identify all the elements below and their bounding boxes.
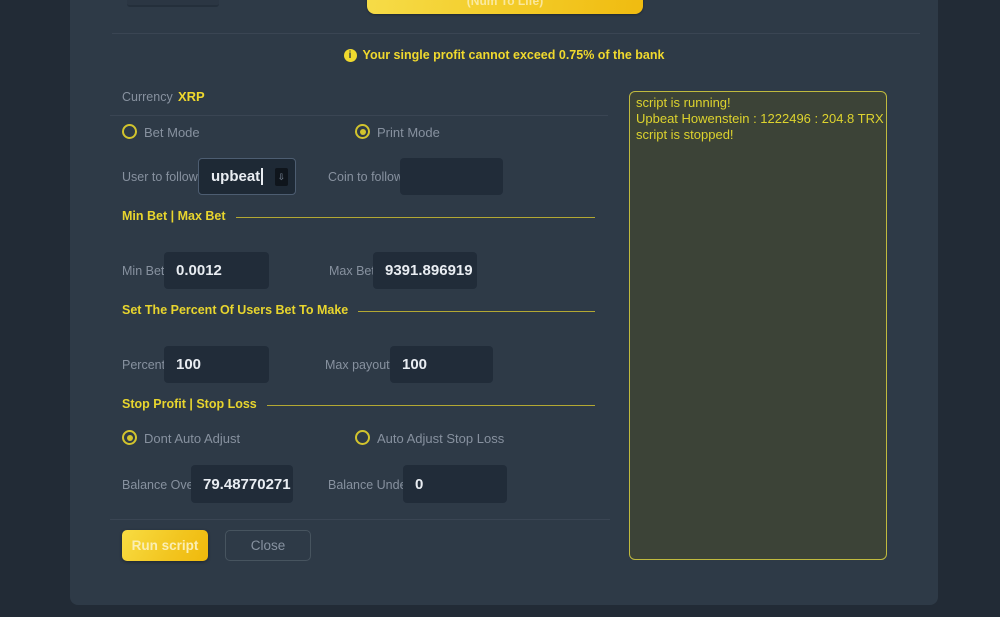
- max-bet-value: 9391.896919: [385, 262, 473, 279]
- balance-over-input[interactable]: 79.48770271: [191, 465, 293, 503]
- percent-input[interactable]: 100: [164, 346, 269, 383]
- section-stop: Stop Profit | Stop Loss: [122, 397, 595, 411]
- section-rule: [236, 217, 595, 218]
- balance-under-value: 0: [415, 476, 423, 493]
- log-line: script is running!: [636, 95, 880, 111]
- coin-to-follow-label: Coin to follow: [328, 170, 403, 184]
- balance-over-label: Balance Over: [122, 478, 198, 492]
- balance-under-input[interactable]: 0: [403, 465, 507, 503]
- page: (Num To Life) i Your single profit canno…: [0, 0, 1000, 617]
- warning-row: i Your single profit cannot exceed 0.75%…: [70, 48, 938, 62]
- top-cutoff-button-label: (Num To Life): [467, 0, 543, 8]
- max-bet-input[interactable]: 9391.896919: [373, 252, 477, 289]
- max-payout-input[interactable]: 100: [390, 346, 493, 383]
- max-bet-label: Max Bet: [329, 264, 375, 278]
- log-line: Upbeat Howenstein : 1222496 : 204.8 TRX: [636, 111, 880, 127]
- percent-label: Percent: [122, 358, 165, 372]
- print-mode-label[interactable]: Print Mode: [377, 125, 440, 140]
- balance-over-value: 79.48770271: [203, 476, 291, 493]
- log-line: script is stopped!: [636, 127, 880, 143]
- bet-mode-label[interactable]: Bet Mode: [144, 125, 200, 140]
- user-to-follow-input[interactable]: upbeat ⇩: [198, 158, 296, 195]
- divider: [110, 519, 610, 520]
- section-percent: Set The Percent Of Users Bet To Make: [122, 303, 595, 317]
- divider: [110, 115, 608, 116]
- section-percent-title: Set The Percent Of Users Bet To Make: [122, 303, 348, 317]
- dont-auto-adjust-radio[interactable]: [122, 430, 137, 445]
- script-modal: (Num To Life) i Your single profit canno…: [70, 0, 938, 605]
- keyboard-icon[interactable]: ⇩: [275, 168, 288, 186]
- close-button-label: Close: [251, 538, 286, 553]
- min-bet-input[interactable]: 0.0012: [164, 252, 269, 289]
- close-button[interactable]: Close: [225, 530, 311, 561]
- percent-value: 100: [176, 356, 201, 373]
- bet-mode-radio[interactable]: [122, 124, 137, 139]
- top-cutoff-button[interactable]: (Num To Life): [367, 0, 643, 14]
- currency-value[interactable]: XRP: [178, 89, 205, 104]
- coin-to-follow-input[interactable]: [400, 158, 503, 195]
- dont-auto-adjust-label[interactable]: Dont Auto Adjust: [144, 431, 240, 446]
- auto-adjust-stop-loss-radio[interactable]: [355, 430, 370, 445]
- section-stop-title: Stop Profit | Stop Loss: [122, 397, 257, 411]
- section-rule: [358, 311, 595, 312]
- max-payout-label: Max payout: [325, 358, 390, 372]
- script-log-textarea[interactable]: script is running! Upbeat Howenstein : 1…: [629, 91, 887, 560]
- run-script-button[interactable]: Run script: [122, 530, 208, 561]
- min-bet-label: Min Bet: [122, 264, 164, 278]
- divider: [112, 33, 920, 34]
- run-script-button-label: Run script: [132, 538, 199, 553]
- user-to-follow-value: upbeat: [211, 168, 260, 185]
- auto-adjust-stop-loss-label[interactable]: Auto Adjust Stop Loss: [377, 431, 504, 446]
- print-mode-radio[interactable]: [355, 124, 370, 139]
- text-caret: [261, 168, 263, 185]
- cutoff-input-remnant[interactable]: [127, 0, 219, 7]
- warning-text: Your single profit cannot exceed 0.75% o…: [363, 48, 665, 62]
- section-bet-limits-title: Min Bet | Max Bet: [122, 209, 226, 223]
- balance-under-label: Balance Under: [328, 478, 411, 492]
- user-to-follow-label: User to follow: [122, 170, 198, 184]
- section-bet-limits: Min Bet | Max Bet: [122, 209, 595, 223]
- currency-label: Currency: [122, 90, 173, 104]
- section-rule: [267, 405, 595, 406]
- info-icon: i: [344, 49, 357, 62]
- min-bet-value: 0.0012: [176, 262, 222, 279]
- max-payout-value: 100: [402, 356, 427, 373]
